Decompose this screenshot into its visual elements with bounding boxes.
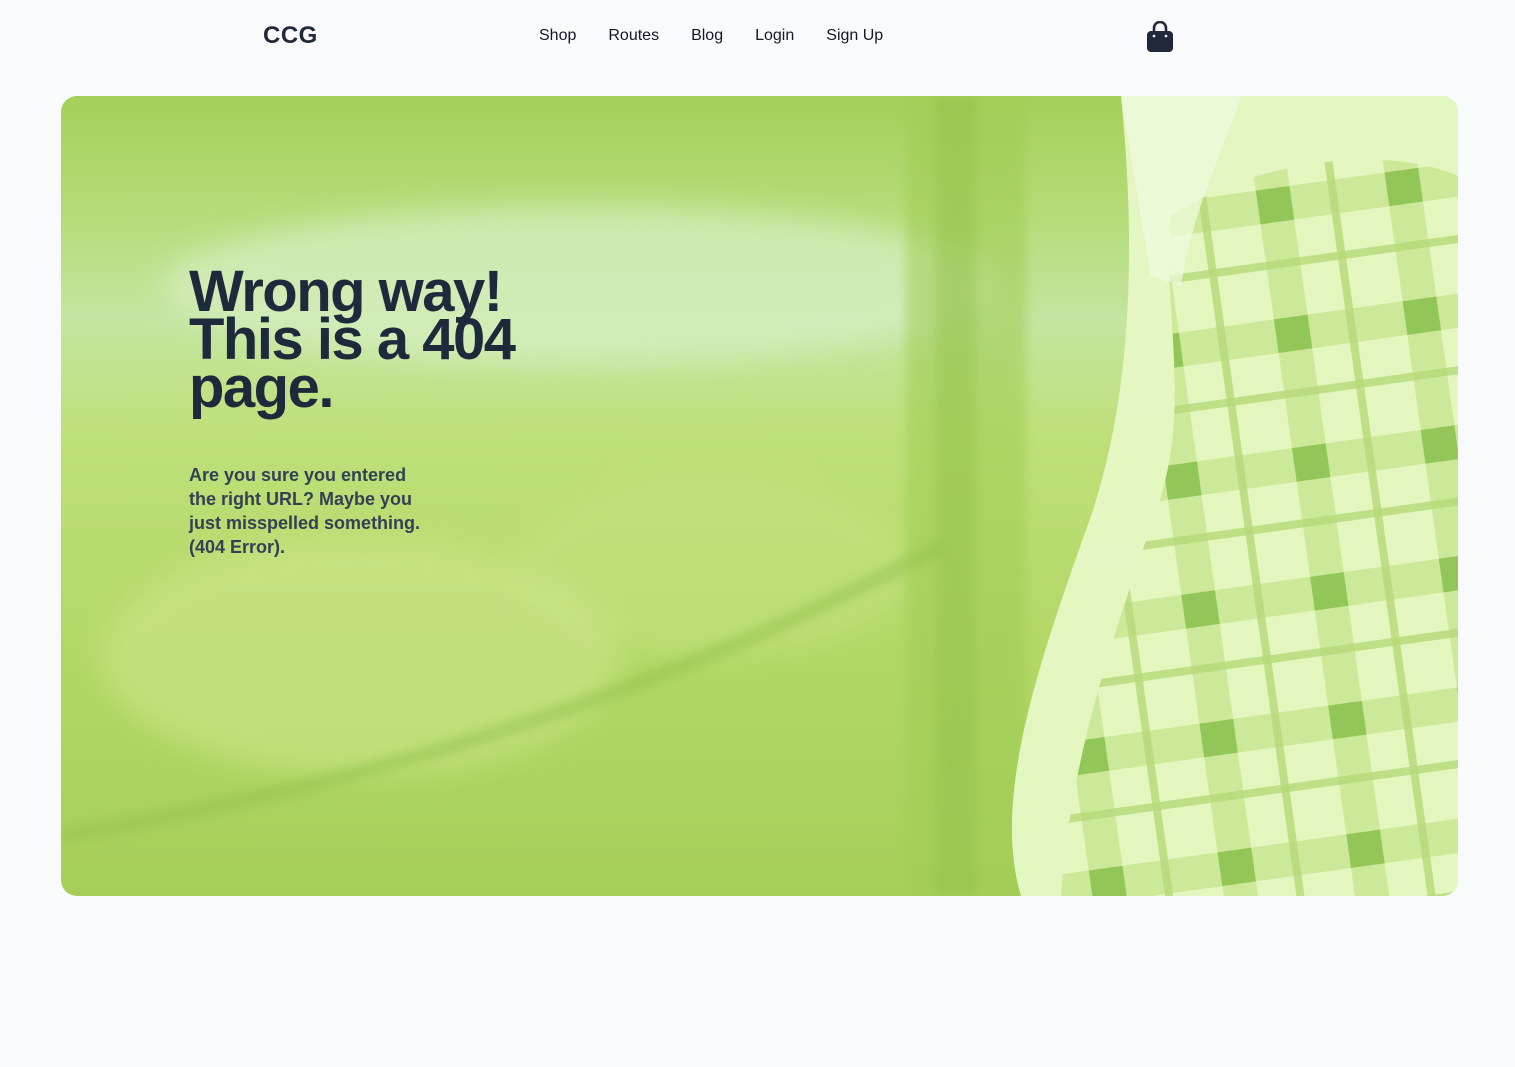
error-message: Are you sure you entered the right URL? … bbox=[189, 465, 421, 557]
nav-link-sign-up[interactable]: Sign Up bbox=[826, 27, 883, 45]
nav-link-routes[interactable]: Routes bbox=[608, 27, 659, 45]
site-logo[interactable]: CCG bbox=[263, 22, 318, 50]
nav-link-login[interactable]: Login bbox=[755, 27, 794, 45]
error-headline: Wrong way! This is a 404 page. bbox=[189, 259, 516, 420]
top-navbar: CCG Shop Routes Blog Login Sign Up bbox=[0, 0, 1515, 76]
shopping-bag-icon[interactable] bbox=[1145, 20, 1175, 53]
nav-link-blog[interactable]: Blog bbox=[691, 27, 723, 45]
hero-404-banner: Wrong way! This is a 404 page. Are you s… bbox=[61, 96, 1458, 896]
main-nav: Shop Routes Blog Login Sign Up bbox=[539, 27, 883, 45]
nav-link-shop[interactable]: Shop bbox=[539, 27, 576, 45]
